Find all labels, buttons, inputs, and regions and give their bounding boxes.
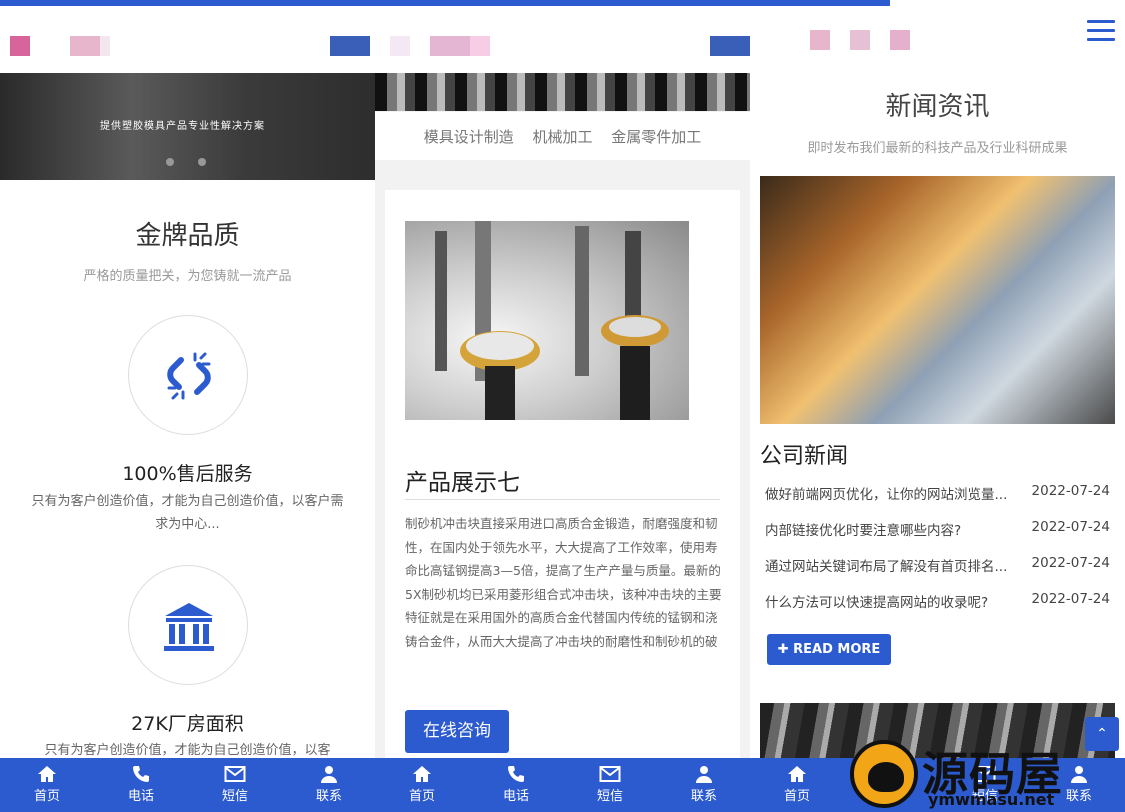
user-icon [657,758,750,788]
mail-icon [563,758,657,788]
category-link[interactable]: 模具设计制造 [424,128,514,146]
news-item-date: 2022-07-24 [1031,519,1110,535]
site-logo[interactable] [10,36,110,56]
feature-title: 27K厂房面积 [131,713,244,735]
nav-label: 电话 [502,789,529,804]
nav-phone[interactable]: 电话 [469,758,563,812]
header-bar [375,0,750,73]
link-icon [167,352,211,400]
site-logo-text [330,36,370,56]
home-icon [750,758,844,788]
banner-dot[interactable] [166,158,174,166]
nav-label: 联系 [690,789,717,804]
news-item-date: 2022-07-24 [1031,483,1110,499]
nav-contact[interactable]: 联系 [657,758,750,812]
consult-button[interactable]: 在线咨询 [405,710,509,753]
nav-label: 电话 [127,789,154,804]
nav-label: 短信 [221,789,248,804]
home-icon [0,758,94,788]
news-item-date: 2022-07-24 [1031,591,1110,607]
plus-icon: ✚ [777,642,794,657]
phone-icon [94,758,188,788]
read-more-button[interactable]: ✚ READ MORE [767,634,891,665]
news-image[interactable] [760,176,1115,424]
news-item[interactable]: 通过网站关键词布局了解没有首页排名... 2022-07-24 [765,555,1115,575]
phone-icon [469,758,563,788]
nav-phone[interactable]: 电话 [94,758,188,812]
quality-title: 金牌品质 [135,221,240,251]
feature-title: 100%售后服务 [122,463,253,485]
nav-sms[interactable]: 短信 [188,758,282,812]
product-image[interactable] [405,221,689,420]
site-logo[interactable] [390,36,490,56]
feature-circle [128,315,248,435]
product-card: 产品展示七 制砂机冲击块直接采用进口高质合金锻造，耐磨强度和韧性，在国内处于领先… [385,190,740,812]
feature-circle [128,565,248,685]
nav-home[interactable]: 首页 [0,758,94,812]
product-title[interactable]: 产品展示七 [405,463,520,497]
nav-home[interactable]: 首页 [750,758,844,812]
nav-label: 联系 [315,789,342,804]
bottom-nav: 首页 电话 短信 联系 [375,758,750,812]
news-item[interactable]: 什么方法可以快速提高网站的收录呢? 2022-07-24 [765,591,1115,611]
feature-desc: 只有为客户创造价值，才能为自己创造价值，以客户需求为中心... [31,494,344,532]
menu-icon[interactable] [1087,20,1115,42]
banner-pagination[interactable] [166,151,230,170]
hero-banner[interactable]: 提供塑胶模具产品专业性解决方案 [0,73,375,180]
header-bar [0,0,375,73]
nav-label: 首页 [33,789,60,804]
site-logo-text [710,36,750,56]
user-icon [282,758,375,788]
news-item-title[interactable]: 做好前端网页优化，让你的网站浏览量... [765,483,1033,503]
bottom-nav: 首页 电话 短信 联系 [0,758,375,812]
nav-label: 首页 [408,789,435,804]
mobile-page-product: 模具设计制造 机械加工 金属零件加工 产品展示七 制砂机冲击块直接采用进口高质合… [375,0,750,812]
news-item-date: 2022-07-24 [1031,555,1110,571]
quality-subtitle: 严格的质量把关，为您铸就一流产品 [83,269,292,284]
watermark: 源码屋 ymwmasu.net [850,736,1125,812]
mobile-page-home: 提供塑胶模具产品专业性解决方案 金牌品质 严格的质量把关，为您铸就一流产品 10… [0,0,375,812]
title-divider [405,499,720,500]
news-item-title[interactable]: 什么方法可以快速提高网站的收录呢? [765,591,1033,611]
nav-sms[interactable]: 短信 [563,758,657,812]
category-bar: 模具设计制造 机械加工 金属零件加工 [375,112,750,160]
news-item-title[interactable]: 内部链接优化时要注意哪些内容? [765,519,1033,539]
category-link[interactable]: 机械加工 [532,128,592,146]
watermark-domain: ymwmasu.net [928,790,1055,809]
nav-contact[interactable]: 联系 [282,758,375,812]
news-title: 新闻资讯 [885,92,990,122]
news-item[interactable]: 内部链接优化时要注意哪些内容? 2022-07-24 [765,519,1115,539]
monkey-logo-icon [850,740,918,808]
company-news-heading[interactable]: 公司新闻 [760,438,848,470]
home-icon [375,758,469,788]
gear-banner[interactable] [375,73,750,111]
product-description: 制砂机冲击块直接采用进口高质合金锻造，耐磨强度和韧性，在国内处于领先水平，大大提… [405,516,722,649]
header-bar [750,0,1125,73]
news-item[interactable]: 做好前端网页优化，让你的网站浏览量... 2022-07-24 [765,483,1115,503]
banner-dot[interactable] [198,158,206,166]
bank-icon [164,603,214,651]
category-link[interactable]: 金属零件加工 [611,128,701,146]
read-more-label: READ MORE [793,642,881,657]
mail-icon [188,758,282,788]
mobile-page-news: 新闻资讯 即时发布我们最新的科技产品及行业科研成果 公司新闻 做好前端网页优化，… [750,0,1125,812]
nav-home[interactable]: 首页 [375,758,469,812]
nav-label: 短信 [596,789,623,804]
news-subtitle: 即时发布我们最新的科技产品及行业科研成果 [807,141,1068,156]
news-item-title[interactable]: 通过网站关键词布局了解没有首页排名... [765,555,1033,575]
site-logo[interactable] [810,30,930,50]
nav-label: 首页 [783,789,810,804]
banner-headline: 提供塑胶模具产品专业性解决方案 [100,121,265,132]
